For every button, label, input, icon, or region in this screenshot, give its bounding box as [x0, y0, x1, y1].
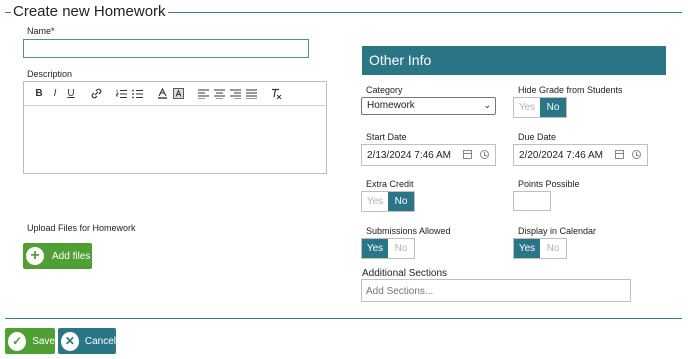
editor-toolbar: B I U	[24, 82, 326, 106]
category-label: Category	[366, 85, 403, 95]
calendar-icon[interactable]	[463, 150, 472, 159]
points-possible-label: Points Possible	[518, 179, 580, 189]
save-button[interactable]: ✓ Save	[5, 328, 55, 354]
extra-credit-label: Extra Credit	[366, 179, 414, 189]
other-info-header: Other Info	[362, 46, 666, 75]
category-select[interactable]: Homework ⌄	[361, 97, 496, 115]
link-icon[interactable]	[89, 87, 103, 101]
clock-icon[interactable]	[632, 150, 641, 159]
due-date-input[interactable]: 2/20/2024 7:46 AM	[513, 144, 648, 166]
ordered-list-icon[interactable]	[114, 87, 128, 101]
category-value: Homework	[367, 100, 415, 111]
description-label: Description	[27, 69, 73, 79]
display-calendar-yes[interactable]: Yes	[514, 239, 540, 258]
add-files-button[interactable]: + Add files	[23, 243, 92, 269]
hide-grade-toggle: Yes No	[513, 97, 567, 118]
align-center-icon[interactable]	[212, 87, 226, 101]
align-right-icon[interactable]	[228, 87, 242, 101]
underline-button[interactable]: U	[64, 87, 78, 101]
description-editor: B I U	[23, 81, 327, 174]
hide-grade-yes[interactable]: Yes	[514, 98, 540, 117]
bullet-list-icon[interactable]	[130, 87, 144, 101]
chevron-down-icon: ⌄	[483, 100, 491, 110]
name-input[interactable]	[23, 39, 309, 58]
due-date-label: Due Date	[518, 132, 557, 142]
font-color-icon[interactable]	[155, 87, 169, 101]
hide-grade-label: Hide Grade from Students	[518, 85, 623, 95]
bold-button[interactable]: B	[32, 87, 46, 101]
display-calendar-label: Display in Calendar	[518, 226, 597, 236]
start-date-label: Start Date	[366, 132, 407, 142]
save-label: Save	[32, 335, 55, 347]
points-possible-input[interactable]	[513, 191, 551, 211]
justify-icon[interactable]	[244, 87, 258, 101]
submissions-label: Submissions Allowed	[366, 226, 451, 236]
form-title: Create new Homework	[11, 3, 168, 20]
fieldset-border-right	[150, 12, 682, 13]
plus-icon: +	[26, 247, 44, 265]
highlight-icon[interactable]	[171, 87, 185, 101]
calendar-icon[interactable]	[615, 150, 624, 159]
submissions-yes[interactable]: Yes	[362, 239, 388, 258]
clear-format-icon[interactable]	[269, 87, 283, 101]
check-icon: ✓	[8, 331, 27, 351]
cancel-button[interactable]: ✕ Cancel	[58, 328, 116, 354]
footer-divider	[5, 318, 682, 319]
align-left-icon[interactable]	[196, 87, 210, 101]
display-calendar-no[interactable]: No	[540, 239, 566, 258]
extra-credit-yes[interactable]: Yes	[362, 192, 388, 211]
hide-grade-no[interactable]: No	[540, 98, 566, 117]
start-date-input[interactable]: 2/13/2024 7:46 AM	[361, 144, 496, 166]
start-date-value: 2/13/2024 7:46 AM	[367, 150, 451, 161]
submissions-toggle: Yes No	[361, 238, 415, 259]
additional-sections-label: Additional Sections	[362, 268, 448, 279]
additional-sections-input[interactable]: Add Sections...	[361, 279, 631, 302]
extra-credit-no[interactable]: No	[388, 192, 414, 211]
italic-button[interactable]: I	[48, 87, 62, 101]
extra-credit-toggle: Yes No	[361, 191, 415, 212]
clock-icon[interactable]	[480, 150, 489, 159]
due-date-value: 2/20/2024 7:46 AM	[519, 150, 603, 161]
add-files-label: Add files	[52, 250, 91, 262]
close-icon: ✕	[61, 331, 79, 351]
cancel-label: Cancel	[84, 335, 116, 347]
submissions-no[interactable]: No	[388, 239, 414, 258]
name-label: Name*	[27, 26, 55, 36]
display-calendar-toggle: Yes No	[513, 238, 567, 259]
upload-label: Upload Files for Homework	[27, 223, 136, 233]
